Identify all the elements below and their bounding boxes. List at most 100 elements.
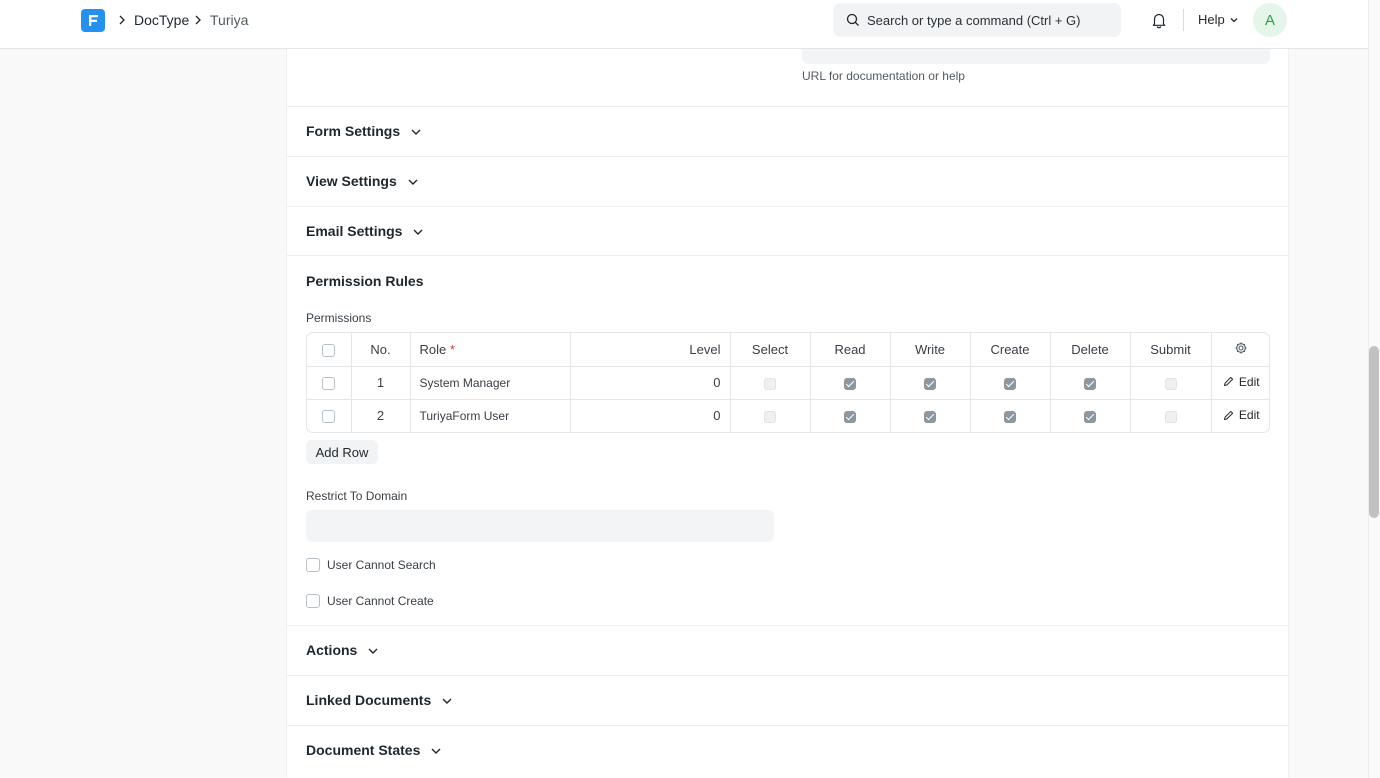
section-head-actions[interactable]: Actions: [306, 642, 379, 658]
pencil-icon: [1223, 376, 1234, 387]
cell-submit: [1130, 399, 1212, 432]
breadcrumb-turiya[interactable]: Turiya: [210, 12, 248, 28]
form-card: URL for documentation or help Form Setti…: [286, 49, 1289, 778]
user-cannot-create-checkbox[interactable]: [306, 594, 320, 608]
column-role-label: Role: [419, 341, 447, 357]
chevron-right-icon: [195, 15, 201, 25]
edit-label: Edit: [1238, 374, 1260, 389]
section-form-settings: Form Settings: [287, 106, 1288, 156]
permissions-label: Permissions: [306, 311, 372, 325]
user-cannot-search-checkbox[interactable]: [306, 558, 320, 572]
section-permission-rules: [287, 255, 1288, 625]
section-email-settings: Email Settings: [287, 206, 1288, 256]
chevron-down-icon: [442, 698, 452, 704]
cell-read: [810, 399, 891, 432]
breadcrumb-doctype[interactable]: DocType: [134, 12, 189, 28]
row-checkbox[interactable]: [322, 410, 336, 424]
section-title: Form Settings: [306, 123, 401, 139]
section-head-email-settings[interactable]: Email Settings: [306, 223, 424, 239]
column-select: Select: [730, 333, 811, 367]
cell-write: [890, 366, 971, 400]
column-create: Create: [970, 333, 1051, 367]
chevron-right-icon: [119, 15, 125, 25]
help-dropdown[interactable]: Help: [1198, 12, 1239, 27]
section-head-linked-documents[interactable]: Linked Documents: [306, 692, 453, 708]
section-document-states: Document States: [287, 725, 1288, 775]
cell-create: [970, 399, 1051, 432]
delete-checkbox[interactable]: [1084, 377, 1096, 390]
table-row[interactable]: 1 System Manager 0 Edit: [307, 366, 1269, 400]
select-checkbox[interactable]: [764, 410, 776, 423]
notification-bell-icon[interactable]: [1150, 11, 1168, 29]
section-title: Linked Documents: [306, 692, 432, 708]
delete-checkbox[interactable]: [1084, 410, 1096, 423]
edit-row-button[interactable]: Edit: [1223, 408, 1260, 422]
section-head-view-settings[interactable]: View Settings: [306, 173, 419, 189]
cell-edit: Edit: [1211, 366, 1269, 400]
submit-checkbox[interactable]: [1164, 377, 1177, 390]
row-select-cell: [307, 366, 352, 400]
read-checkbox[interactable]: [844, 377, 856, 390]
column-delete: Delete: [1050, 333, 1131, 367]
read-checkbox[interactable]: [844, 410, 856, 423]
cell-level[interactable]: 0: [570, 399, 731, 432]
select-all-cell: [307, 333, 352, 367]
write-checkbox[interactable]: [924, 410, 936, 423]
restrict-to-domain-input[interactable]: [306, 510, 774, 542]
app-logo-icon[interactable]: [81, 9, 105, 32]
user-avatar[interactable]: A: [1253, 3, 1287, 37]
edit-row-button[interactable]: Edit: [1223, 375, 1260, 389]
cell-read: [810, 366, 891, 400]
section-head-document-states[interactable]: Document States: [306, 742, 442, 758]
documentation-url-input[interactable]: [802, 49, 1270, 64]
navbar: DocType Turiya Help A: [0, 0, 1368, 49]
column-write: Write: [890, 333, 971, 367]
cell-role[interactable]: System Manager: [410, 366, 571, 400]
restrict-to-domain-label: Restrict To Domain: [306, 489, 408, 503]
edit-label: Edit: [1238, 408, 1260, 422]
section-actions: Actions: [287, 625, 1288, 675]
cell-write: [890, 399, 971, 432]
chevron-down-icon: [1230, 17, 1238, 22]
search-input[interactable]: [867, 3, 1117, 37]
cell-delete: [1050, 366, 1131, 400]
cell-select: [730, 366, 811, 400]
cell-select: [730, 399, 811, 432]
section-title: Document States: [306, 742, 421, 758]
user-cannot-search-row[interactable]: User Cannot Search: [306, 558, 436, 572]
page-scrollbar-thumb[interactable]: [1369, 346, 1379, 518]
cell-create: [970, 366, 1051, 400]
required-marker: *: [449, 341, 455, 357]
section-title: Email Settings: [306, 223, 403, 239]
select-checkbox[interactable]: [764, 377, 776, 390]
search-icon: [846, 13, 859, 26]
section-linked-documents: Linked Documents: [287, 675, 1288, 725]
cell-delete: [1050, 399, 1131, 432]
cell-role[interactable]: TuriyaForm User: [410, 399, 571, 432]
permissions-table: No. Role * Level Select Read Write Creat…: [306, 332, 1270, 433]
submit-checkbox[interactable]: [1164, 410, 1177, 423]
cell-submit: [1130, 366, 1212, 400]
section-view-settings: View Settings: [287, 156, 1288, 206]
gear-icon[interactable]: [1234, 341, 1248, 355]
create-checkbox[interactable]: [1004, 410, 1016, 423]
documentation-url-help: URL for documentation or help: [802, 69, 965, 83]
column-read: Read: [810, 333, 891, 367]
awesomebar-search[interactable]: [833, 3, 1121, 37]
cell-level[interactable]: 0: [570, 366, 731, 400]
chevron-down-icon: [408, 179, 418, 185]
help-label: Help: [1198, 12, 1225, 27]
section-title-permission-rules: Permission Rules: [306, 273, 424, 289]
column-no: No.: [351, 333, 411, 367]
write-checkbox[interactable]: [924, 377, 936, 390]
add-row-button[interactable]: Add Row: [306, 440, 378, 464]
create-checkbox[interactable]: [1004, 377, 1016, 390]
table-header-row: No. Role * Level Select Read Write Creat…: [307, 333, 1269, 367]
cell-no: 1: [351, 366, 411, 400]
select-all-checkbox[interactable]: [322, 343, 336, 357]
section-head-form-settings[interactable]: Form Settings: [306, 123, 422, 139]
column-submit: Submit: [1130, 333, 1212, 367]
user-cannot-create-row[interactable]: User Cannot Create: [306, 594, 434, 608]
table-row[interactable]: 2 TuriyaForm User 0 Edit: [307, 399, 1269, 432]
row-checkbox[interactable]: [322, 377, 336, 391]
